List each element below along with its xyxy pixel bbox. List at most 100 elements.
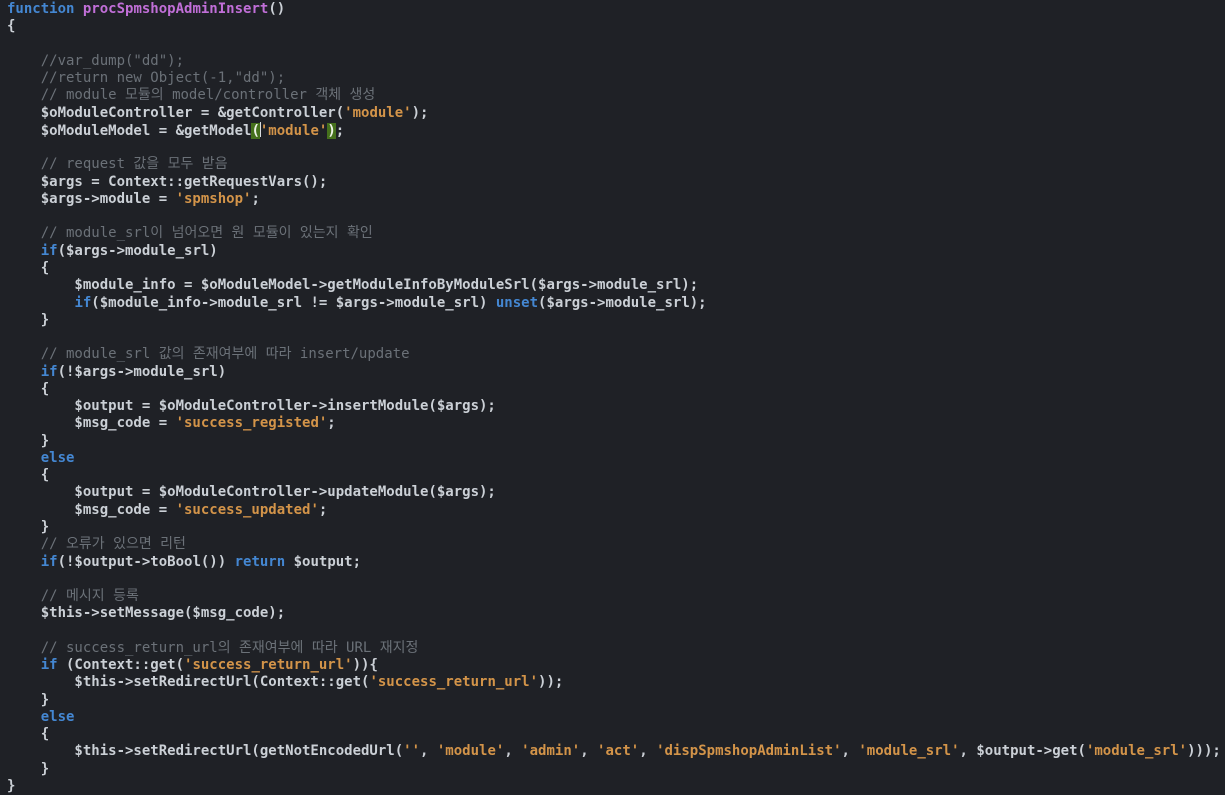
token-plain-code: ()	[268, 1, 285, 17]
token-function-name: procSpmshopAdminInsert	[83, 1, 268, 17]
token-plain-code	[74, 1, 82, 17]
token-plain-code: )));	[1187, 743, 1221, 759]
code-line[interactable]: if(!$output->toBool()) return $output;	[7, 554, 1225, 571]
token-plain-code: $msg_code =	[7, 502, 176, 518]
code-line[interactable]	[7, 208, 1225, 225]
token-comment: // 오류가 있으면 리턴	[7, 536, 186, 552]
code-line[interactable]: {	[7, 18, 1225, 35]
token-plain-code	[7, 554, 41, 570]
token-keyword: if	[41, 243, 58, 259]
token-plain-code: );	[412, 105, 429, 121]
code-editor[interactable]: function procSpmshopAdminInsert(){ //var…	[0, 0, 1225, 795]
token-plain-code	[7, 657, 41, 673]
code-line[interactable]: $args->module = 'spmshop';	[7, 191, 1225, 208]
token-plain-code: ($args->module_srl)	[58, 243, 218, 259]
token-string: 'dispSpmshopAdminList'	[656, 743, 841, 759]
code-line[interactable]	[7, 36, 1225, 53]
code-line[interactable]: $this->setRedirectUrl(Context::get('succ…	[7, 674, 1225, 691]
code-line[interactable]: // success_return_url의 존재여부에 따라 URL 재지정	[7, 640, 1225, 657]
token-plain-code: {	[7, 726, 49, 742]
code-line[interactable]: }	[7, 761, 1225, 778]
code-line[interactable]: if($module_info->module_srl != $args->mo…	[7, 295, 1225, 312]
token-plain-code: $msg_code =	[7, 415, 176, 431]
code-line[interactable]: // 메시지 등록	[7, 588, 1225, 605]
token-comment: // success_return_url의 존재여부에 따라 URL 재지정	[7, 640, 418, 656]
token-string: 'success_updated'	[176, 502, 319, 518]
code-line[interactable]: $module_info = $oModuleModel->getModuleI…	[7, 277, 1225, 294]
token-plain-code: ,	[580, 743, 597, 759]
token-string: 'success_return_url'	[369, 674, 538, 690]
code-line[interactable]	[7, 623, 1225, 640]
token-keyword: else	[41, 450, 75, 466]
code-line[interactable]: //var_dump("dd");	[7, 53, 1225, 70]
token-plain-code: }	[7, 519, 49, 535]
code-line[interactable]	[7, 571, 1225, 588]
token-keyword: unset	[496, 295, 538, 311]
token-comment: // module_srl 값의 존재여부에 따라 insert/update	[7, 346, 410, 362]
code-line[interactable]: $this->setRedirectUrl(getNotEncodedUrl('…	[7, 743, 1225, 760]
code-line[interactable]: $oModuleController = &getController('mod…	[7, 105, 1225, 122]
code-line[interactable]: // 오류가 있으면 리턴	[7, 536, 1225, 553]
code-line[interactable]: $oModuleModel = &getModel('module');	[7, 122, 1225, 139]
code-line[interactable]: else	[7, 450, 1225, 467]
token-string: ''	[403, 743, 420, 759]
token-plain-code: (!$output->toBool())	[58, 554, 235, 570]
token-string: 'admin'	[521, 743, 580, 759]
token-plain-code: ;	[319, 502, 327, 518]
token-plain-code: $this->setRedirectUrl(getNotEncodedUrl(	[7, 743, 403, 759]
token-comment: // 메시지 등록	[7, 588, 139, 604]
token-plain-code: ,	[639, 743, 656, 759]
code-line[interactable]: if(!$args->module_srl)	[7, 364, 1225, 381]
token-plain-code: $output;	[285, 554, 361, 570]
token-plain-code: {	[7, 467, 49, 483]
code-line[interactable]: // module_srl이 넘어오면 원 모듈이 있는지 확인	[7, 225, 1225, 242]
code-line[interactable]	[7, 329, 1225, 346]
token-plain-code: $this->setMessage($msg_code);	[7, 605, 285, 621]
code-line[interactable]: function procSpmshopAdminInsert()	[7, 1, 1225, 18]
code-line[interactable]: if (Context::get('success_return_url')){	[7, 657, 1225, 674]
token-matched-bracket-highlight: )	[327, 123, 335, 139]
code-line[interactable]	[7, 139, 1225, 156]
code-line[interactable]: {	[7, 467, 1225, 484]
token-plain-code: ));	[538, 674, 563, 690]
code-line[interactable]: $msg_code = 'success_registed';	[7, 415, 1225, 432]
code-line[interactable]: if($args->module_srl)	[7, 243, 1225, 260]
code-line[interactable]: }	[7, 778, 1225, 795]
token-plain-code: , $output->get(	[960, 743, 1086, 759]
token-plain-code: $args->module =	[7, 191, 176, 207]
code-line[interactable]: {	[7, 260, 1225, 277]
code-line[interactable]: }	[7, 312, 1225, 329]
token-plain-code	[7, 709, 41, 725]
token-plain-code: $output = $oModuleController->insertModu…	[7, 398, 496, 414]
token-plain-code: (Context::get(	[58, 657, 184, 673]
code-line[interactable]: $output = $oModuleController->insertModu…	[7, 398, 1225, 415]
code-line[interactable]: $output = $oModuleController->updateModu…	[7, 484, 1225, 501]
token-plain-code: )){	[353, 657, 378, 673]
code-line[interactable]: //return new Object(-1,"dd");	[7, 70, 1225, 87]
code-line[interactable]: $this->setMessage($msg_code);	[7, 605, 1225, 622]
token-keyword: if	[41, 554, 58, 570]
token-plain-code	[7, 295, 74, 311]
token-string: 'module_srl'	[1086, 743, 1187, 759]
token-plain-code: $this->setRedirectUrl(Context::get(	[7, 674, 369, 690]
token-plain-code: }	[7, 778, 15, 794]
token-keyword: else	[41, 709, 75, 725]
code-line[interactable]: // module_srl 값의 존재여부에 따라 insert/update	[7, 346, 1225, 363]
code-line[interactable]: // module 모듈의 model/controller 객체 생성	[7, 87, 1225, 104]
token-comment: // module 모듈의 model/controller 객체 생성	[7, 87, 375, 103]
code-line[interactable]: {	[7, 381, 1225, 398]
code-line[interactable]: $args = Context::getRequestVars();	[7, 174, 1225, 191]
token-keyword: return	[235, 554, 286, 570]
code-line[interactable]: {	[7, 726, 1225, 743]
token-plain-code: (!$args->module_srl)	[58, 364, 227, 380]
code-line[interactable]: }	[7, 692, 1225, 709]
code-line[interactable]: // request 값을 모두 받음	[7, 156, 1225, 173]
token-plain-code: }	[7, 761, 49, 777]
token-keyword: function	[7, 1, 74, 17]
code-line[interactable]: else	[7, 709, 1225, 726]
code-line[interactable]: }	[7, 433, 1225, 450]
code-line[interactable]: }	[7, 519, 1225, 536]
token-plain-code: $output = $oModuleController->updateModu…	[7, 484, 496, 500]
code-line[interactable]: $msg_code = 'success_updated';	[7, 502, 1225, 519]
token-plain-code	[7, 243, 41, 259]
